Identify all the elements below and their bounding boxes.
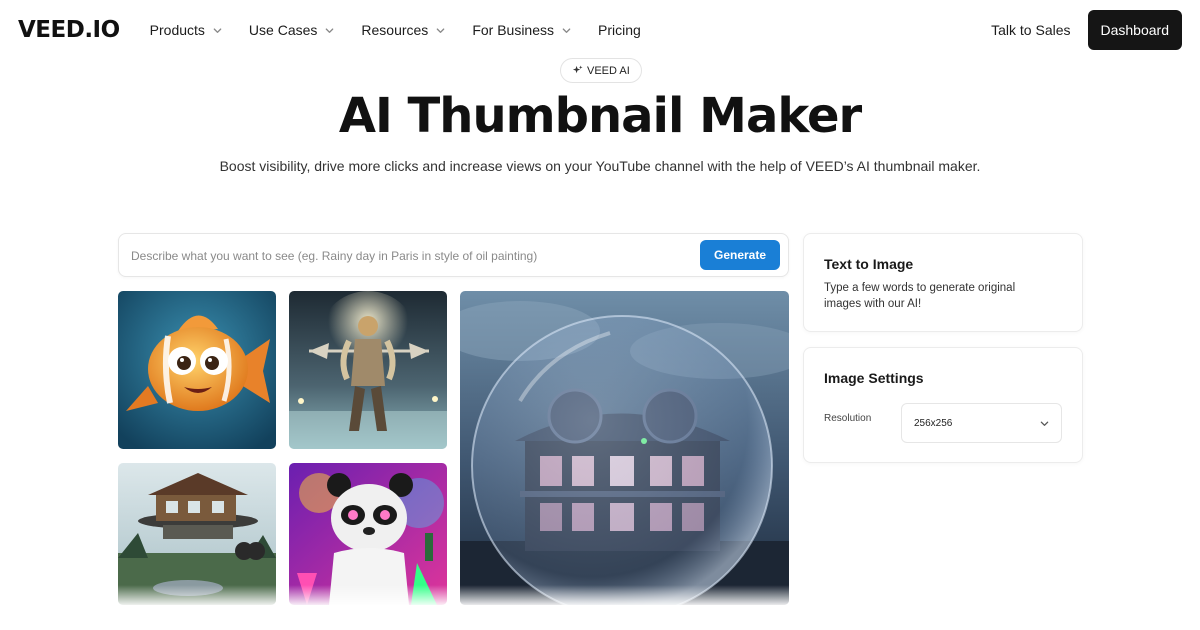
image-settings-card: Image Settings Resolution 256x256 — [803, 347, 1083, 463]
glass-dome-illustration — [460, 291, 789, 605]
text-to-image-card: Text to Image Type a few words to genera… — [803, 233, 1083, 332]
nav-item-products[interactable]: Products — [150, 22, 222, 38]
nav-right: Talk to Sales Dashboard — [991, 10, 1182, 50]
chevron-down-icon — [436, 27, 445, 33]
nav-item-for-business[interactable]: For Business — [472, 22, 571, 38]
text-to-image-title: Text to Image — [824, 256, 914, 272]
nav-item-label: Resources — [361, 22, 429, 38]
page-subtitle: Boost visibility, drive more clicks and … — [219, 158, 981, 174]
chevron-down-icon — [1040, 421, 1049, 426]
fish-illustration — [118, 291, 276, 449]
gallery-image-warrior[interactable] — [289, 291, 447, 449]
gallery-image-floating-house[interactable] — [118, 463, 276, 605]
prompt-bar: Generate — [118, 233, 789, 277]
chevron-down-icon — [562, 27, 571, 33]
nav-item-label: Products — [149, 22, 205, 38]
floating-house-illustration — [118, 463, 276, 605]
veed-ai-badge: VEED AI — [560, 58, 642, 83]
sparkle-icon — [572, 65, 583, 74]
dashboard-button[interactable]: Dashboard — [1087, 10, 1182, 50]
nav-links: Products Use Cases Resources For Busines… — [150, 22, 668, 38]
panda-illustration — [289, 463, 447, 605]
nav-item-label: Use Cases — [248, 22, 318, 38]
gallery-image-panda[interactable] — [289, 463, 447, 605]
generate-button[interactable]: Generate — [700, 240, 780, 270]
talk-to-sales-link[interactable]: Talk to Sales — [991, 22, 1070, 38]
nav-item-label: For Business — [472, 22, 555, 38]
nav-item-resources[interactable]: Resources — [361, 22, 445, 38]
chevron-down-icon — [213, 27, 222, 33]
prompt-input[interactable] — [131, 246, 691, 266]
page-title: AI Thumbnail Maker — [338, 88, 862, 144]
chevron-down-icon — [326, 27, 334, 33]
resolution-select[interactable]: 256x256 — [901, 403, 1062, 443]
text-to-image-description: Type a few words to generate original im… — [824, 282, 1016, 310]
badge-label: VEED AI — [587, 64, 630, 77]
warrior-illustration — [289, 291, 447, 449]
resolution-value: 256x256 — [914, 417, 953, 429]
gallery-image-fish[interactable] — [118, 291, 276, 449]
nav-item-use-cases[interactable]: Use Cases — [249, 22, 334, 38]
nav-item-label: Pricing — [598, 22, 641, 38]
top-nav: VEED.IO Products Use Cases Resources For… — [0, 0, 1200, 60]
logo[interactable]: VEED.IO — [18, 17, 120, 43]
image-settings-title: Image Settings — [824, 370, 924, 386]
nav-item-pricing[interactable]: Pricing — [598, 22, 641, 38]
resolution-label: Resolution — [824, 413, 872, 424]
bottom-fade — [0, 585, 1200, 630]
gallery-image-glass-dome[interactable] — [460, 291, 789, 605]
